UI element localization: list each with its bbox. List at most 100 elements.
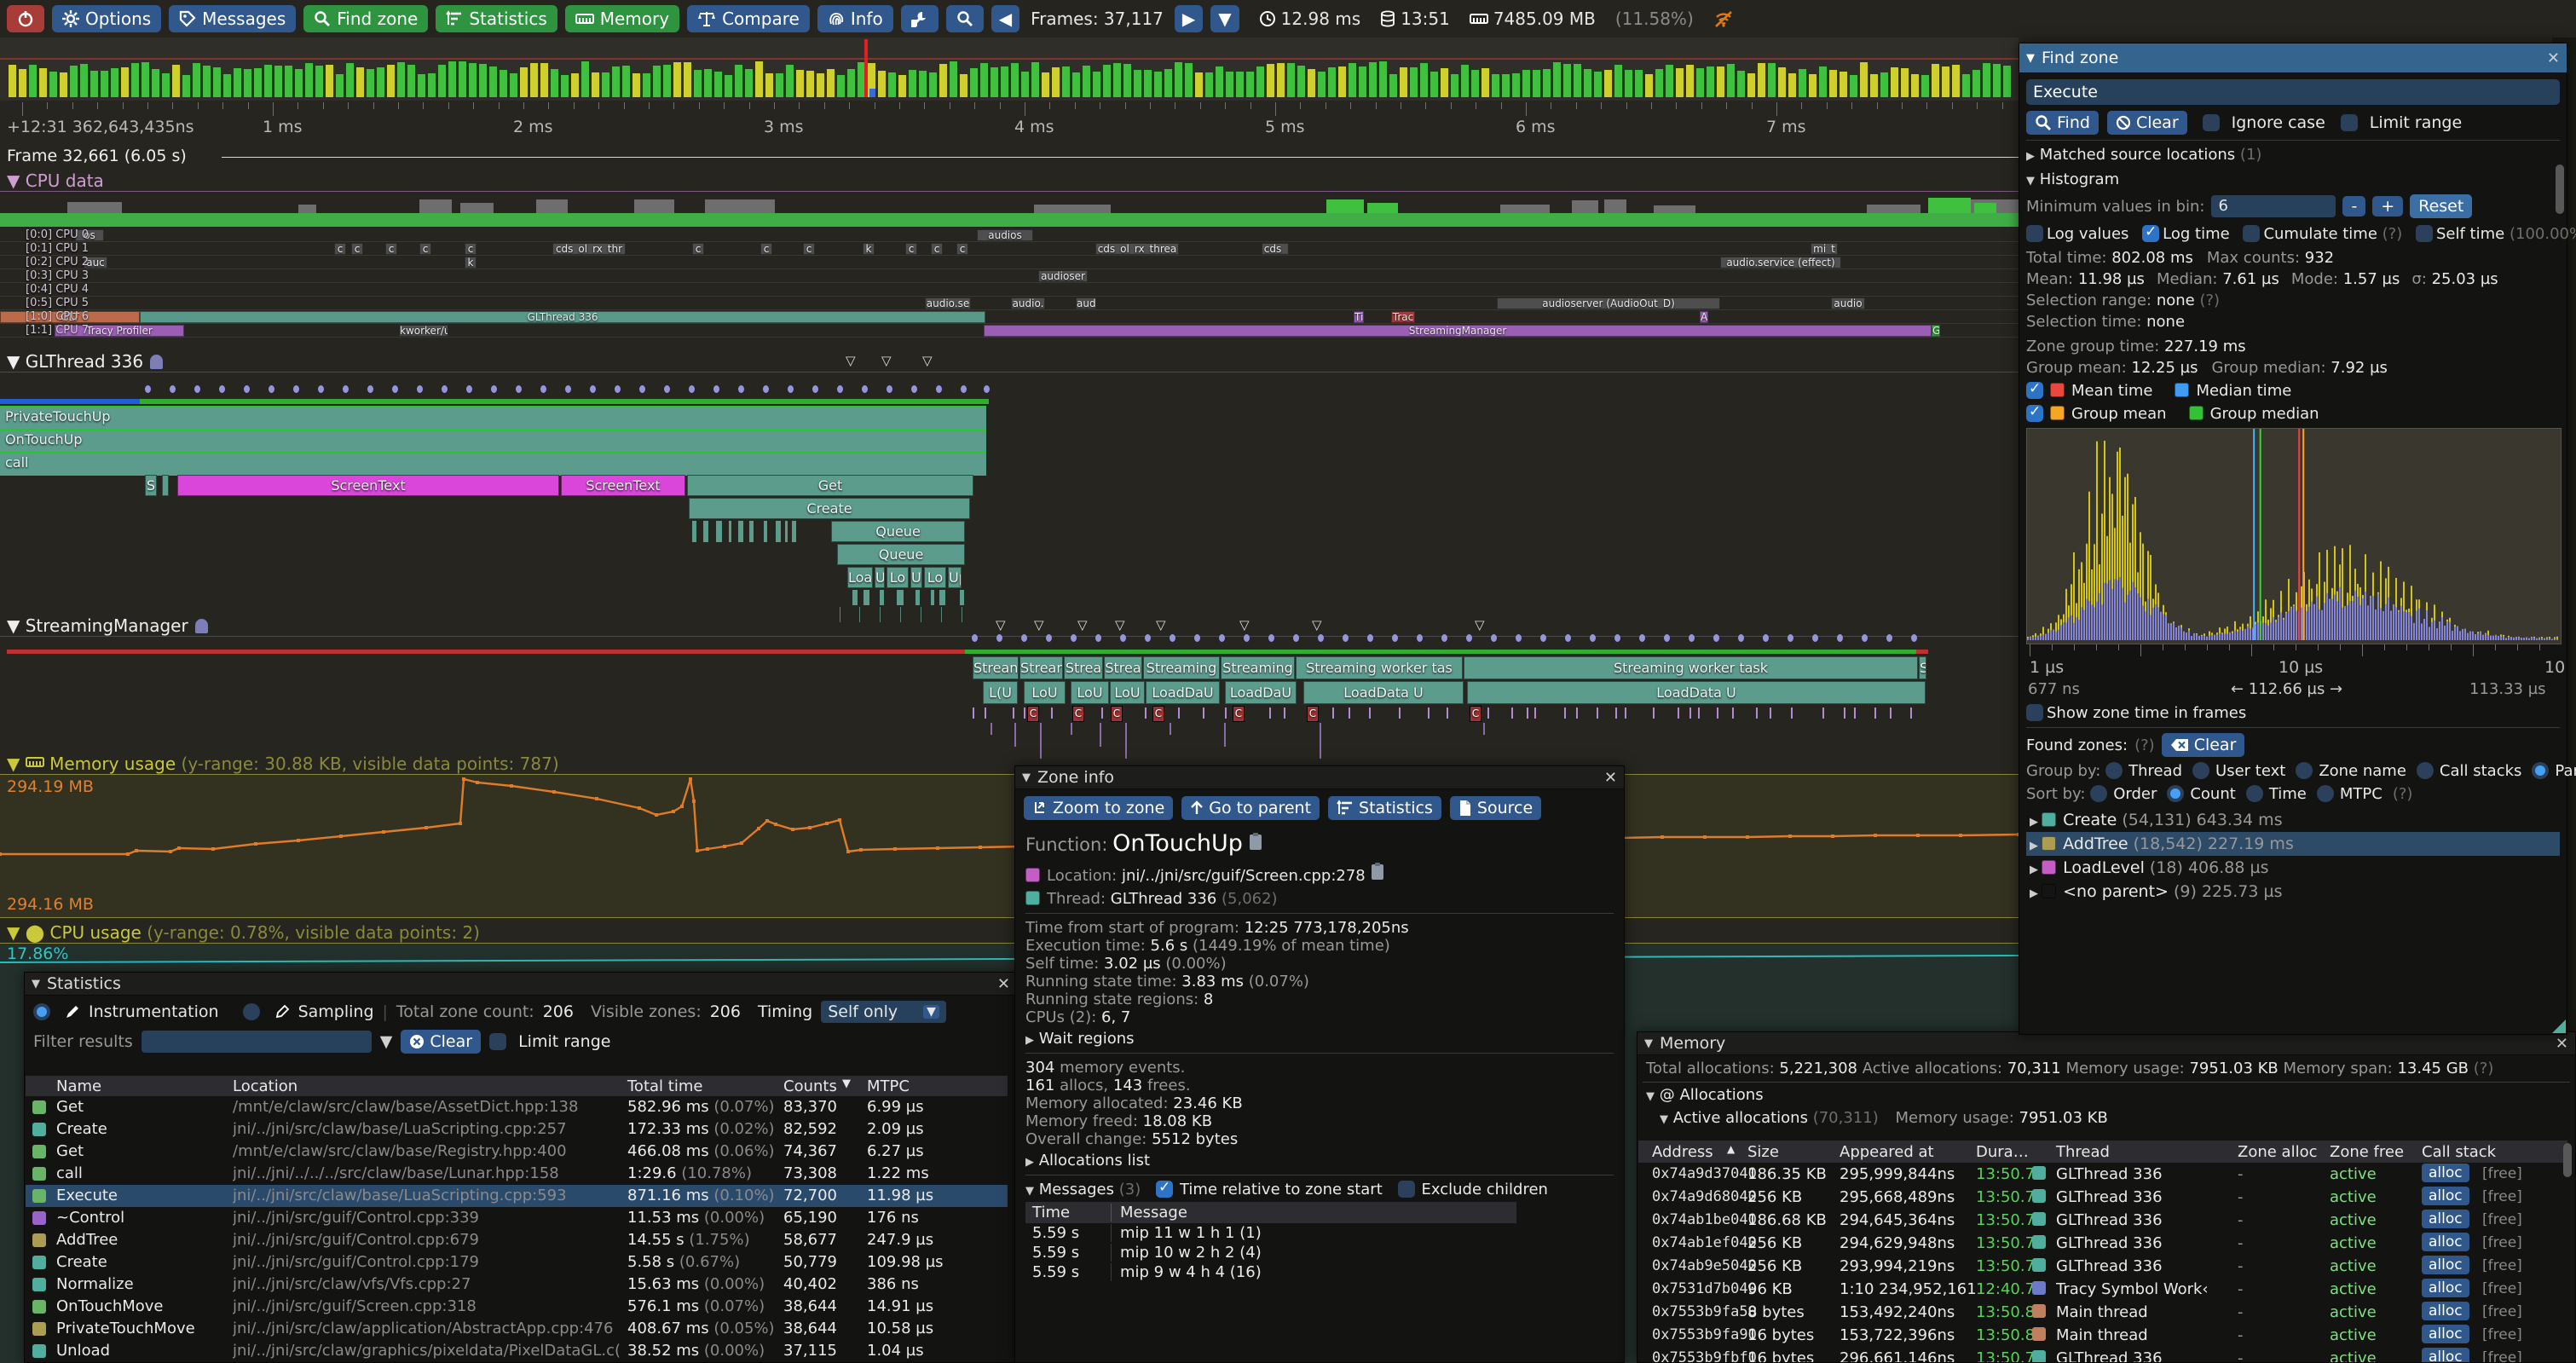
lock-marker[interactable]	[1540, 634, 1546, 642]
column-header-zone-free[interactable]: Zone free	[2330, 1143, 2404, 1161]
glthread-header[interactable]: ▼ GLThread 336	[7, 351, 163, 372]
frame-bar[interactable]	[1574, 64, 1581, 97]
cumulate-time-checkbox[interactable]	[2243, 225, 2260, 242]
frame-bar[interactable]	[2003, 66, 2011, 97]
expand-icon[interactable]: ▶	[1025, 1156, 1034, 1169]
frame-bar[interactable]	[264, 65, 272, 97]
frame-bar[interactable]	[980, 63, 988, 97]
column-header-appeared-at[interactable]: Appeared at	[1840, 1143, 1934, 1161]
zone-frag[interactable]	[738, 521, 743, 542]
allocations-section-toggle[interactable]: @ Allocations	[1660, 1086, 1764, 1104]
frame-bar[interactable]	[193, 63, 200, 97]
cpu-zone-audio[interactable]: audio	[1831, 297, 1865, 309]
cpu-zone-A[interactable]: A	[1700, 311, 1708, 323]
lock-marker[interactable]	[1516, 634, 1522, 642]
lock-marker[interactable]	[1590, 634, 1596, 642]
frame-bar[interactable]	[223, 74, 231, 97]
frame-bar[interactable]	[1840, 72, 1847, 97]
zone-frag[interactable]	[764, 521, 768, 542]
lock-marker[interactable]	[911, 385, 917, 393]
time-relative-checkbox[interactable]	[1156, 1181, 1173, 1198]
expand-icon[interactable]: ▶	[2030, 816, 2042, 829]
lock-marker[interactable]	[293, 385, 299, 393]
group-by-parent-radio[interactable]	[2532, 762, 2549, 779]
column-header-thread[interactable]: Thread	[2056, 1143, 2110, 1161]
expand-icon[interactable]: ▶	[2026, 150, 2035, 163]
frame-marker-icon[interactable]: ▽	[1312, 617, 1322, 632]
frame-bar[interactable]	[1062, 66, 1070, 97]
cpu-zone-c[interactable]: c	[419, 243, 431, 255]
frame-bar[interactable]	[182, 75, 190, 97]
prev-frame-button[interactable]: ◀	[991, 5, 1019, 32]
frame-bar[interactable]	[950, 61, 957, 97]
lock-marker[interactable]	[1392, 634, 1398, 642]
group-by-user-text-radio[interactable]	[2192, 762, 2209, 779]
filter-funnel-icon[interactable]: ▼	[380, 1032, 393, 1051]
zone-frag[interactable]	[792, 521, 795, 542]
zone-span-streaming[interactable]: Streaming	[1143, 656, 1220, 679]
lock-marker[interactable]	[1788, 634, 1793, 642]
allocations-list-toggle[interactable]: Allocations list	[1039, 1152, 1150, 1170]
thread-state-running[interactable]	[140, 399, 989, 404]
lock-marker[interactable]	[392, 385, 398, 393]
table-row[interactable]: 0x7553b9fa508 bytes153,492,240ns13:50.8M…	[1638, 1301, 2567, 1324]
thread-value[interactable]: GLThread 336	[1111, 890, 1217, 908]
frame-bar[interactable]	[305, 63, 313, 97]
messages-toggle[interactable]: Messages	[1039, 1181, 1114, 1198]
frame-bar[interactable]	[101, 71, 108, 97]
zone-span-loaddata[interactable]: LoU	[1071, 681, 1109, 704]
zone-span-loaddata[interactable]: LoadData U	[1467, 681, 1926, 704]
lock-marker[interactable]	[1837, 634, 1843, 642]
cpu-zone-c[interactable]: c	[956, 243, 968, 255]
frame-bar[interactable]	[745, 69, 753, 97]
zone-frag[interactable]	[931, 590, 935, 605]
frame-bar[interactable]	[1389, 74, 1397, 97]
frame-bar[interactable]	[1441, 68, 1448, 97]
frame-bar[interactable]	[80, 64, 88, 97]
frame-bar[interactable]	[469, 63, 477, 97]
lock-marker[interactable]	[1268, 634, 1274, 642]
lock-marker[interactable]	[763, 385, 769, 393]
lock-marker[interactable]	[837, 385, 843, 393]
frame-bar[interactable]	[142, 62, 149, 97]
frame-bar[interactable]	[1308, 69, 1315, 97]
lock-marker[interactable]	[590, 385, 596, 393]
table-row[interactable]: Executejni/../jni/src/claw/base/LuaScrip…	[26, 1185, 1008, 1207]
lock-marker[interactable]	[540, 385, 546, 393]
frame-bar[interactable]	[295, 69, 303, 97]
frames-dropdown-button[interactable]: ▼	[1210, 5, 1239, 32]
zone-span-loaddata[interactable]: LoadData U	[1303, 681, 1464, 704]
lock-marker[interactable]	[961, 385, 967, 393]
frame-bar[interactable]	[755, 61, 763, 97]
lock-marker[interactable]	[1886, 634, 1892, 642]
message-row[interactable]: 5.59 smip 11 w 1 h 1 (1)	[1025, 1223, 1614, 1243]
zone-span-c[interactable]: C	[1233, 706, 1245, 722]
frame-bar[interactable]	[520, 67, 528, 97]
frame-bar[interactable]	[29, 65, 37, 97]
column-header-size[interactable]: Size	[1747, 1143, 1779, 1161]
lock-marker[interactable]	[1417, 634, 1423, 642]
lock-marker[interactable]	[788, 385, 794, 393]
frame-bar[interactable]	[1297, 66, 1305, 97]
glthread-zone-call[interactable]	[0, 452, 986, 476]
histogram-toggle[interactable]: Histogram	[2040, 170, 2119, 188]
lock-marker[interactable]	[1466, 634, 1472, 642]
frame-bar[interactable]	[9, 65, 16, 97]
zone-frag[interactable]	[939, 590, 945, 605]
frame-bar[interactable]	[19, 69, 26, 97]
zone-span-Lo[interactable]: Lo	[887, 567, 909, 588]
frame-bar[interactable]	[1093, 72, 1100, 97]
table-row[interactable]: Unloadjni/../jni/src/claw/graphics/pixel…	[26, 1340, 1008, 1362]
frame-bar[interactable]	[1256, 66, 1264, 97]
frame-bar[interactable]	[213, 67, 221, 97]
find-zone-button[interactable]: Find zone	[303, 5, 428, 32]
table-row[interactable]: OnTouchMovejni/../jni/src/guif/Screen.cp…	[26, 1296, 1008, 1318]
frame-marker-icon[interactable]: ▽	[922, 353, 933, 368]
power-button[interactable]	[7, 5, 44, 32]
frame-bar[interactable]	[776, 73, 783, 97]
cpu-zone-cds_[interactable]: cds_	[1262, 243, 1289, 255]
frame-marker-icon[interactable]: ▽	[1239, 617, 1250, 632]
table-row[interactable]: ~Controljni/../jni/src/guif/Control.cpp:…	[26, 1207, 1008, 1229]
cpu-zone-c[interactable]: c	[465, 243, 477, 255]
frame-bar[interactable]	[407, 65, 415, 97]
